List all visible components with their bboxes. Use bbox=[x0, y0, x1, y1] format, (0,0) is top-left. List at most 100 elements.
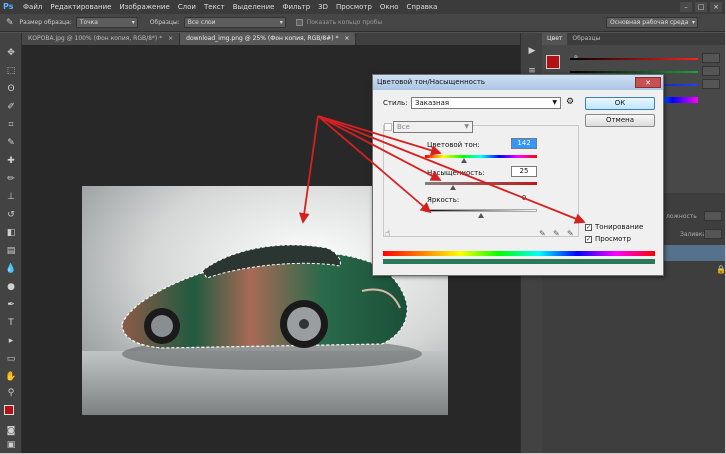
adjustment-group bbox=[383, 125, 579, 237]
marquee-icon[interactable]: ⬚ bbox=[5, 65, 17, 77]
input-spectrum-bar bbox=[383, 251, 655, 256]
lock-icon: 🔒 bbox=[716, 265, 726, 274]
eyedropper-icon[interactable]: ✎ bbox=[6, 18, 14, 28]
tab-color[interactable]: Цвет bbox=[542, 33, 568, 45]
hue-slider-thumb[interactable] bbox=[461, 158, 468, 163]
dialog-title: Цветовой тон/Насыщенность bbox=[373, 75, 663, 90]
dodge-icon[interactable]: ● bbox=[5, 281, 17, 293]
screen-mode-icon[interactable]: ▣ bbox=[5, 439, 17, 451]
fill-field[interactable] bbox=[704, 229, 722, 239]
workspace-select[interactable]: Основная рабочая среда bbox=[606, 17, 698, 28]
menu-type[interactable]: Текст bbox=[204, 3, 225, 11]
tab-close-icon[interactable]: × bbox=[168, 35, 173, 42]
preview-label: Просмотр bbox=[595, 235, 631, 243]
menu-window[interactable]: Окно bbox=[380, 3, 399, 11]
app-logo: Ps bbox=[3, 2, 14, 11]
quick-mask-icon[interactable]: ◙ bbox=[5, 425, 17, 437]
style-select-value: Заказная bbox=[415, 99, 450, 107]
eyedropper-icon[interactable]: ✎ bbox=[539, 229, 546, 238]
r-slider[interactable] bbox=[570, 58, 698, 60]
menu-bar: Ps Файл Редактирование Изображение Слои … bbox=[0, 0, 725, 14]
lightness-slider-track[interactable] bbox=[425, 209, 537, 212]
sample-size-select[interactable]: Точка bbox=[75, 17, 138, 28]
menu-edit[interactable]: Редактирование bbox=[50, 3, 111, 11]
pen-icon[interactable]: ✒ bbox=[5, 299, 17, 311]
saturation-label: Насыщенность: bbox=[427, 169, 485, 177]
channel-select[interactable]: Все ▼ bbox=[393, 121, 473, 133]
eyedropper-icon[interactable]: ✎ bbox=[5, 137, 17, 149]
shape-icon[interactable]: ▭ bbox=[5, 353, 17, 365]
hand-adjust-icon[interactable] bbox=[384, 123, 392, 131]
saturation-slider-track[interactable] bbox=[425, 182, 537, 185]
close-window-button[interactable]: × bbox=[710, 2, 722, 12]
style-label: Стиль: bbox=[383, 99, 408, 107]
lasso-icon[interactable]: ʘ bbox=[5, 83, 17, 95]
brush-icon[interactable]: ✏ bbox=[5, 173, 17, 185]
menu-filter[interactable]: Фильтр bbox=[282, 3, 310, 11]
tab-swatches[interactable]: Образцы bbox=[567, 33, 605, 45]
saturation-value-field[interactable]: 25 bbox=[511, 166, 537, 177]
menu-select[interactable]: Выделение bbox=[233, 3, 275, 11]
color-panel-tabs: Цвет Образцы bbox=[542, 33, 725, 45]
tab-label: КОРОВА.jpg @ 100% (Фон копия, RGB/8*) * bbox=[28, 35, 163, 42]
settings-gear-icon[interactable]: ⚙ bbox=[566, 97, 574, 107]
blur-icon[interactable]: 💧 bbox=[5, 263, 17, 275]
menu-help[interactable]: Справка bbox=[407, 3, 438, 11]
channel-select-value: Все bbox=[397, 123, 410, 131]
preview-checkbox[interactable]: ✓ bbox=[585, 236, 592, 243]
b-value-field[interactable] bbox=[702, 79, 720, 89]
r-value-field[interactable] bbox=[702, 53, 720, 63]
samples-select[interactable]: Все слои bbox=[183, 17, 286, 28]
play-icon[interactable]: ▶ bbox=[526, 45, 538, 57]
menu-layers[interactable]: Слои bbox=[178, 3, 196, 11]
hand-icon[interactable]: ✋ bbox=[5, 371, 17, 383]
colorize-label: Тонирование bbox=[595, 223, 644, 231]
hue-slider-track[interactable] bbox=[425, 155, 537, 158]
ok-button[interactable]: ОК bbox=[585, 97, 655, 110]
healing-icon[interactable]: ✚ bbox=[5, 155, 17, 167]
sample-size-label: Размер образца: bbox=[19, 19, 72, 26]
gradient-icon[interactable]: ▤ bbox=[5, 245, 17, 257]
lightness-value-field[interactable]: 0 bbox=[511, 194, 537, 205]
eyedropper-plus-icon[interactable]: ✎ bbox=[553, 229, 560, 238]
opacity-label-partial: ложность bbox=[666, 213, 697, 220]
maximize-button[interactable]: □ bbox=[695, 2, 707, 12]
hue-value-field[interactable]: 142 bbox=[511, 138, 537, 149]
opacity-field[interactable] bbox=[704, 211, 722, 221]
tab-korova[interactable]: КОРОВА.jpg @ 100% (Фон копия, RGB/8*) * … bbox=[22, 33, 181, 45]
g-value-field[interactable] bbox=[702, 66, 720, 76]
zoom-icon[interactable]: ⚲ bbox=[5, 387, 17, 399]
path-select-icon[interactable]: ▸ bbox=[5, 335, 17, 347]
menu-file[interactable]: Файл bbox=[23, 3, 42, 11]
g-slider[interactable] bbox=[570, 71, 698, 73]
history-brush-icon[interactable]: ↺ bbox=[5, 209, 17, 221]
minimize-button[interactable]: – bbox=[680, 2, 692, 12]
foreground-color-swatch[interactable] bbox=[4, 405, 14, 415]
dialog-close-button[interactable]: ✕ bbox=[635, 77, 661, 88]
eraser-icon[interactable]: ◧ bbox=[5, 227, 17, 239]
colorize-checkbox[interactable]: ✓ bbox=[585, 224, 592, 231]
quick-select-icon[interactable]: ✐ bbox=[5, 101, 17, 113]
panel-foreground-swatch[interactable] bbox=[546, 55, 560, 69]
menu-3d[interactable]: 3D bbox=[318, 3, 328, 11]
tab-label: download_img.png @ 25% (Фон копия, RGB/8… bbox=[186, 35, 339, 42]
tools-panel: ✥ ⬚ ʘ ✐ ⌗ ✎ ✚ ✏ ⊥ ↺ ◧ ▤ 💧 ● ✒ T ▸ ▭ ✋ ⚲ … bbox=[0, 33, 22, 453]
document-tabs: КОРОВА.jpg @ 100% (Фон копия, RGB/8*) * … bbox=[22, 33, 520, 45]
menu-view[interactable]: Просмотр bbox=[336, 3, 372, 11]
chevron-down-icon: ▼ bbox=[464, 123, 469, 130]
crop-icon[interactable]: ⌗ bbox=[5, 119, 17, 131]
eyedropper-minus-icon[interactable]: ✎ bbox=[567, 229, 574, 238]
tab-download-img[interactable]: download_img.png @ 25% (Фон копия, RGB/8… bbox=[180, 33, 357, 45]
options-bar: ✎ Размер образца: Точка Образцы: Все сло… bbox=[0, 14, 725, 32]
hand-tool-icon[interactable]: ☝ bbox=[385, 229, 390, 239]
cancel-button[interactable]: Отмена bbox=[585, 114, 655, 127]
show-ring-checkbox[interactable] bbox=[295, 19, 303, 26]
tab-close-icon[interactable]: × bbox=[344, 35, 349, 42]
menu-image[interactable]: Изображение bbox=[119, 3, 169, 11]
stamp-icon[interactable]: ⊥ bbox=[5, 191, 17, 203]
type-icon[interactable]: T bbox=[5, 317, 17, 329]
lightness-slider-thumb[interactable] bbox=[478, 213, 484, 218]
move-icon[interactable]: ✥ bbox=[5, 47, 17, 59]
saturation-slider-thumb[interactable] bbox=[450, 185, 456, 190]
style-select[interactable]: Заказная ▼ bbox=[411, 97, 561, 109]
